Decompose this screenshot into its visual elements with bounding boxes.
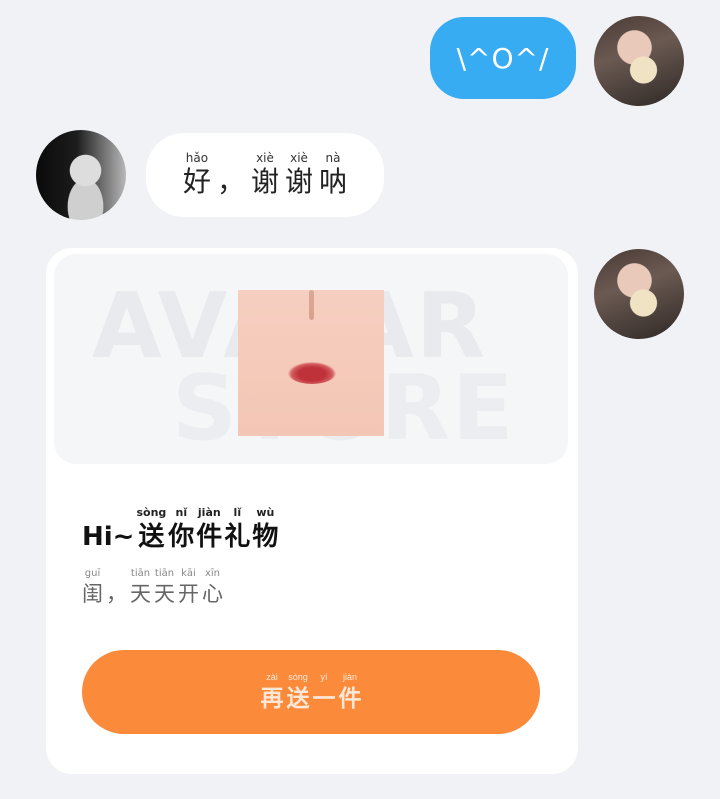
- ruby-char: wù 物: [252, 506, 279, 552]
- ruby-char: jiàn 件: [338, 671, 362, 711]
- ruby-char: zài 再: [260, 671, 284, 711]
- ruby-char: lǐ 礼: [224, 506, 251, 552]
- ruby-char: sòng 送: [286, 671, 310, 711]
- ruby-char: guī 闺: [82, 568, 103, 606]
- ruby-char: nǐ 你: [168, 506, 195, 552]
- self-avatar[interactable]: [594, 249, 684, 339]
- gift-card[interactable]: AVATAR STORE Hi~ sòng送 nǐ你 jiàn件 lǐ礼 wù物…: [46, 248, 578, 774]
- ruby-char: xīn 心: [202, 568, 223, 606]
- ruby-char: yí 一: [312, 671, 336, 711]
- ruby-char: xiè 谢: [250, 151, 279, 198]
- outgoing-message-bubble[interactable]: \^O^/: [430, 17, 576, 99]
- self-avatar[interactable]: [594, 16, 684, 106]
- ruby-char: nà 呐: [319, 151, 348, 198]
- nose-shape: [309, 290, 314, 320]
- gift-item-image: [238, 290, 384, 436]
- outgoing-message-text: \^O^/: [456, 41, 550, 75]
- ruby-char: ，: [106, 582, 127, 606]
- send-button-label: zài 再 sòng 送 yí 一 jiàn 件: [261, 672, 362, 713]
- title-prefix: Hi~: [82, 522, 135, 552]
- ruby-char: ，: [216, 165, 245, 198]
- incoming-message-text: hǎo 好 ， xiè 谢 xiè 谢 nà 呐: [183, 151, 347, 199]
- send-another-gift-button[interactable]: zài 再 sòng 送 yí 一 jiàn 件: [82, 650, 540, 734]
- incoming-message-bubble[interactable]: hǎo 好 ， xiè 谢 xiè 谢 nà 呐: [146, 133, 384, 217]
- lips-shape: [288, 362, 336, 384]
- ruby-char: tiān 天: [130, 568, 151, 606]
- ruby-char: sòng 送: [136, 506, 167, 552]
- gift-card-subtitle: guī 闺 ， tiān 天 tiān 天 kāi 开 xīn 心: [82, 568, 223, 608]
- ruby-char: tiān 天: [154, 568, 175, 606]
- gift-image-area[interactable]: AVATAR STORE: [54, 254, 568, 464]
- contact-avatar[interactable]: [36, 130, 126, 220]
- ruby-char: hǎo 好: [182, 151, 211, 198]
- ruby-char: xiè 谢: [285, 151, 314, 198]
- ruby-char: jiàn 件: [196, 506, 223, 552]
- ruby-char: kāi 开: [178, 568, 199, 606]
- gift-card-title: Hi~ sòng 送 nǐ 你 jiàn 件 lǐ 礼 wù 物: [82, 506, 278, 554]
